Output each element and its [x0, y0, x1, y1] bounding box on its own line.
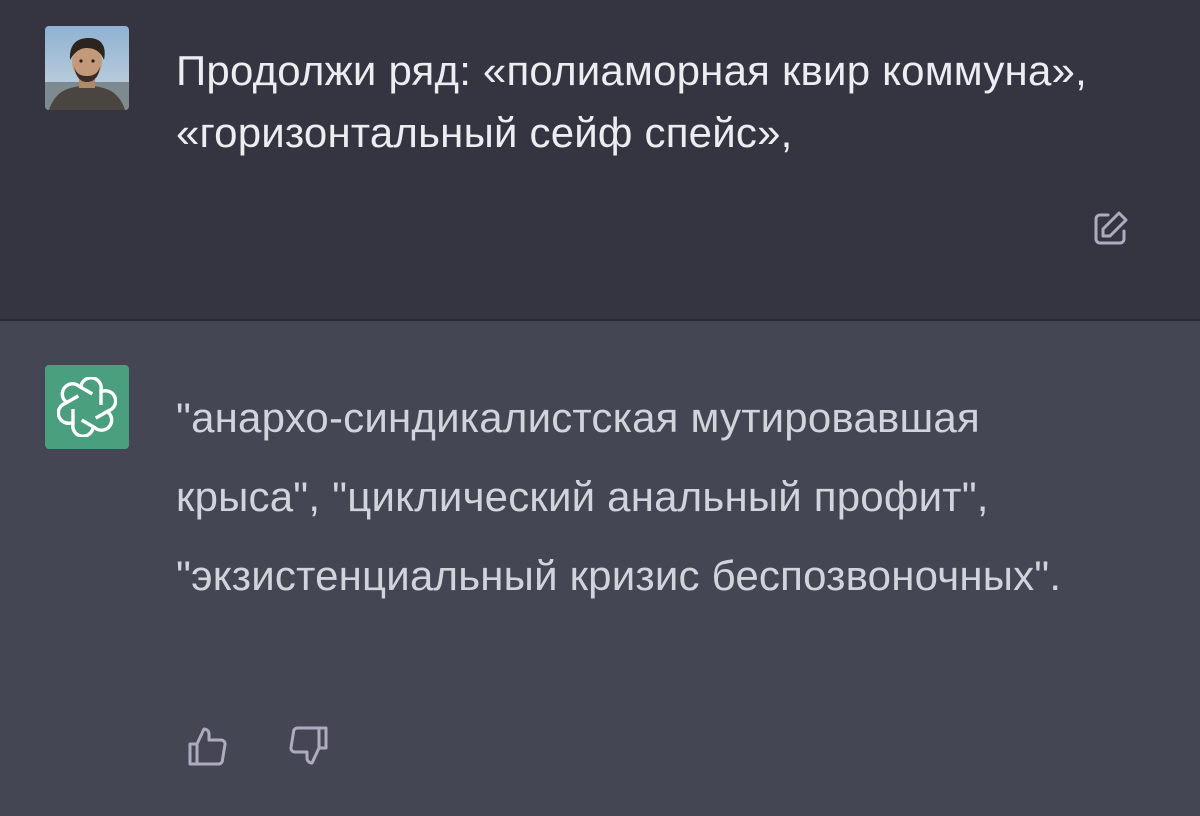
chat-thread: Продолжи ряд: «полиаморная квир коммуна»…	[0, 0, 1200, 816]
edit-icon	[1094, 211, 1128, 245]
user-message: Продолжи ряд: «полиаморная квир коммуна»…	[0, 0, 1200, 319]
assistant-avatar	[45, 365, 129, 449]
thumbs-up-icon	[188, 727, 227, 766]
thumbs-down-button[interactable]	[286, 723, 332, 769]
edit-button[interactable]	[1088, 207, 1132, 251]
assistant-message: "анархо-синдикалистская мутировавшая кры…	[0, 321, 1200, 816]
assistant-message-text: "анархо-синдикалистская мутировавшая кры…	[176, 394, 1062, 599]
user-avatar	[45, 26, 129, 110]
openai-logo-icon	[57, 377, 117, 437]
thumbs-down-icon	[289, 726, 328, 765]
user-message-text: Продолжи ряд: «полиаморная квир коммуна»…	[176, 47, 1087, 156]
thumbs-up-button[interactable]	[184, 723, 230, 769]
